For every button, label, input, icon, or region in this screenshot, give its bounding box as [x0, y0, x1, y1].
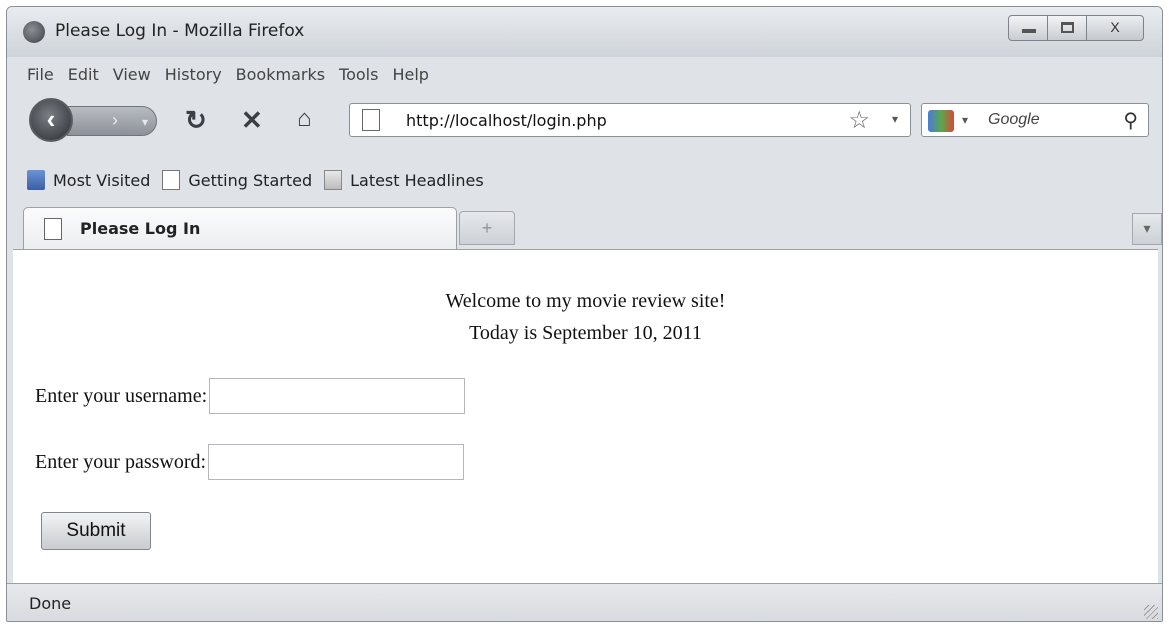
menu-tools[interactable]: Tools — [339, 65, 378, 84]
username-input[interactable] — [209, 378, 466, 414]
bookmark-most-visited[interactable]: Most Visited — [27, 170, 150, 190]
stop-icon[interactable]: ✕ — [241, 105, 263, 136]
close-button[interactable]: X — [1086, 15, 1144, 41]
reload-icon[interactable]: ↻ — [185, 105, 207, 136]
menu-history[interactable]: History — [165, 65, 222, 84]
welcome-text: Welcome to my movie review site! — [445, 290, 726, 312]
password-row: Enter your password: — [35, 444, 465, 480]
menu-view[interactable]: View — [113, 65, 151, 84]
minimize-icon — [1022, 29, 1036, 33]
resize-grip-icon[interactable] — [1144, 605, 1158, 619]
magnifier-icon[interactable]: ⚲ — [1123, 108, 1138, 133]
date-text: Today is September 10, 2011 — [469, 322, 702, 344]
menu-bar: File Edit View History Bookmarks Tools H… — [7, 59, 1162, 89]
back-button[interactable]: ‹ — [29, 98, 73, 142]
url-bar[interactable]: http://localhost/login.php ☆ ▾ — [349, 103, 911, 137]
maximize-icon — [1061, 22, 1074, 33]
forward-button[interactable]: › ▾ — [67, 106, 157, 136]
bookmark-label: Getting Started — [188, 170, 313, 190]
maximize-button[interactable] — [1047, 15, 1087, 41]
page-content: Welcome to my movie review site! Today i… — [13, 249, 1158, 583]
navigation-toolbar: › ▾ ‹ ↻ ✕ ⌂ http://localhost/login.php ☆… — [7, 93, 1162, 143]
page-icon — [44, 218, 62, 240]
url-text[interactable]: http://localhost/login.php — [406, 111, 607, 130]
status-bar: Done — [7, 583, 1162, 621]
tab-label: Please Log In — [80, 219, 201, 238]
status-text: Done — [29, 594, 72, 613]
plus-icon: + — [481, 218, 493, 238]
search-engine-dropdown-icon[interactable]: ▾ — [962, 113, 968, 127]
close-icon: X — [1110, 19, 1120, 35]
new-tab-button[interactable]: + — [459, 211, 515, 245]
rss-icon — [324, 170, 343, 190]
menu-file[interactable]: File — [27, 65, 54, 84]
menu-help[interactable]: Help — [392, 65, 428, 84]
page-icon — [162, 170, 181, 190]
menu-edit[interactable]: Edit — [68, 65, 99, 84]
username-row: Enter your username: — [35, 378, 466, 414]
window-title: Please Log In - Mozilla Firefox — [55, 21, 305, 41]
bookmark-latest-headlines[interactable]: Latest Headlines — [324, 170, 484, 190]
page-icon — [362, 109, 380, 131]
back-icon: ‹ — [46, 104, 56, 134]
username-label: Enter your username: — [35, 384, 208, 407]
window-controls: X — [1008, 15, 1144, 41]
menu-bookmarks[interactable]: Bookmarks — [236, 65, 325, 84]
search-bar[interactable]: ▾ Google ⚲ — [921, 103, 1149, 137]
tab-list-button[interactable]: ▾ — [1132, 213, 1162, 245]
bookmarks-toolbar: Most Visited Getting Started Latest Head… — [7, 163, 1162, 197]
history-dropdown-icon: ▾ — [142, 115, 149, 129]
bookmark-label: Latest Headlines — [350, 170, 484, 190]
bookmark-star-icon[interactable]: ☆ — [848, 106, 870, 135]
password-input[interactable] — [208, 444, 465, 480]
most-visited-icon — [27, 170, 45, 190]
forward-icon: › — [112, 110, 118, 130]
url-dropdown-icon[interactable]: ▾ — [892, 112, 898, 126]
minimize-button[interactable] — [1008, 15, 1048, 41]
tab-please-log-in[interactable]: Please Log In — [23, 207, 457, 249]
bookmark-label: Most Visited — [53, 170, 151, 190]
password-label: Enter your password: — [35, 450, 207, 473]
browser-window: Please Log In - Mozilla Firefox X File E… — [6, 6, 1163, 622]
firefox-icon — [23, 21, 45, 43]
title-bar: Please Log In - Mozilla Firefox X — [7, 7, 1162, 57]
search-placeholder[interactable]: Google — [988, 111, 1040, 129]
submit-button[interactable]: Submit — [41, 512, 151, 550]
google-icon[interactable] — [928, 110, 954, 132]
home-icon[interactable]: ⌂ — [297, 105, 312, 133]
tab-bar: Please Log In + ▾ — [7, 203, 1162, 249]
bookmark-getting-started[interactable]: Getting Started — [162, 170, 312, 190]
chevron-down-icon: ▾ — [1143, 220, 1151, 236]
